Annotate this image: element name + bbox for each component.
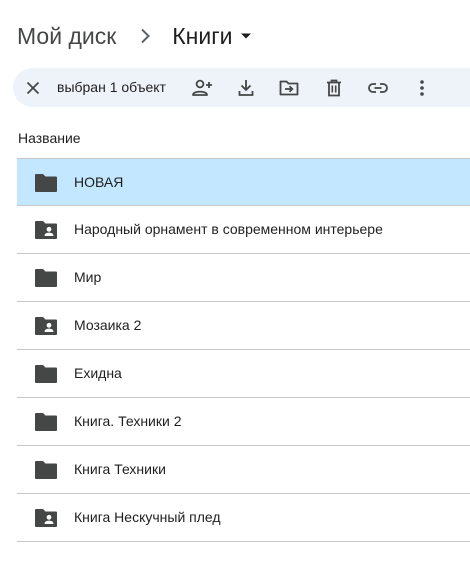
breadcrumb-current-label: Книги — [172, 22, 233, 49]
file-name: Ехидна — [74, 365, 122, 381]
share-add-person-icon[interactable] — [189, 75, 215, 101]
file-row[interactable]: Мозаика 2 — [17, 302, 470, 350]
file-row[interactable]: Книга Техники — [17, 446, 470, 494]
folder-icon — [34, 364, 58, 384]
file-row[interactable]: Книга Нескучный плед — [17, 494, 470, 542]
file-row[interactable]: НОВАЯ — [17, 158, 470, 206]
selection-toolbar: выбран 1 объект — [13, 68, 470, 107]
file-name: Народный орнамент в современном интерьер… — [74, 221, 383, 237]
move-to-folder-icon[interactable] — [276, 75, 302, 101]
breadcrumb: Мой диск Книги — [17, 20, 252, 52]
chevron-right-icon — [134, 25, 156, 47]
file-row[interactable]: Мир — [17, 254, 470, 302]
file-name: Книга Техники — [74, 461, 166, 477]
file-row[interactable]: Ехидна — [17, 350, 470, 398]
drive-page: Мой диск Книги выбран 1 объект Название … — [0, 0, 470, 584]
file-row[interactable]: Народный орнамент в современном интерьер… — [17, 206, 470, 254]
file-name: Мозаика 2 — [74, 317, 142, 333]
caret-down-icon — [240, 30, 252, 42]
file-name: НОВАЯ — [74, 174, 124, 190]
more-vert-icon[interactable] — [409, 75, 435, 101]
download-icon[interactable] — [233, 75, 259, 101]
link-icon[interactable] — [365, 75, 391, 101]
file-name: Мир — [74, 269, 102, 285]
close-icon[interactable] — [20, 75, 46, 101]
shared-folder-icon — [34, 316, 58, 336]
file-row[interactable]: Книга. Техники 2 — [17, 398, 470, 446]
selection-count: выбран 1 объект — [57, 79, 166, 95]
breadcrumb-current-folder[interactable]: Книги — [172, 23, 252, 50]
folder-icon — [34, 268, 58, 288]
folder-icon — [34, 412, 58, 432]
trash-icon[interactable] — [321, 75, 347, 101]
column-header-name[interactable]: Название — [18, 130, 81, 146]
file-name: Книга. Техники 2 — [74, 413, 182, 429]
file-list: НОВАЯ Народный орнамент в современном ин… — [17, 158, 470, 542]
shared-folder-icon — [34, 220, 58, 240]
folder-icon — [34, 460, 58, 480]
shared-folder-icon — [34, 508, 58, 528]
breadcrumb-my-drive[interactable]: Мой диск — [17, 23, 116, 50]
file-name: Книга Нескучный плед — [74, 509, 221, 525]
folder-icon — [34, 173, 58, 193]
